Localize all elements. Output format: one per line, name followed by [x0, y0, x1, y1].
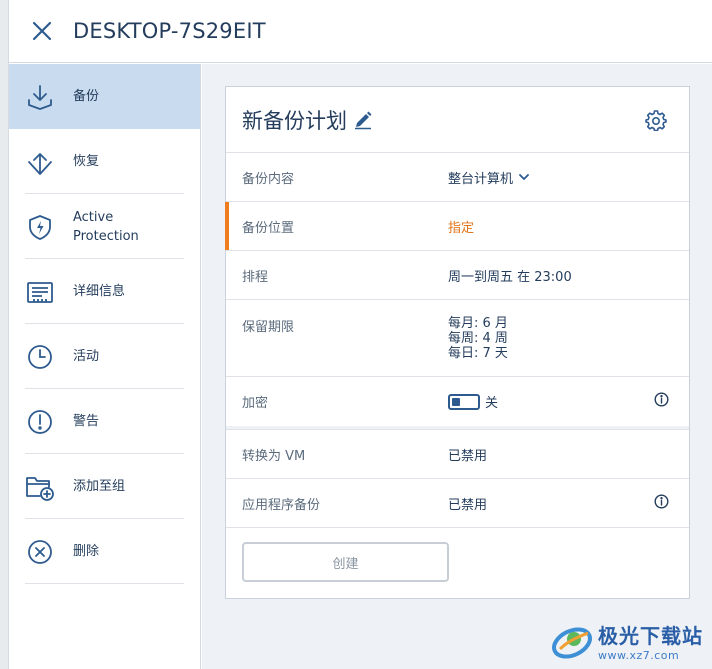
settings-button[interactable]: [645, 109, 667, 135]
app-backup-value[interactable]: 已禁用: [448, 494, 487, 513]
retention-daily: 每日: 7 天: [448, 346, 508, 361]
shield-icon: [25, 212, 55, 242]
window-edge: [0, 0, 9, 669]
sidebar-item-add-to-group[interactable]: 添加至组: [9, 454, 200, 519]
row-encryption: 加密 关: [226, 377, 689, 426]
watermark-logo-icon: [552, 626, 592, 659]
sidebar-item-backup[interactable]: 备份: [9, 64, 200, 129]
info-icon: [654, 493, 669, 509]
row-backup-location: 备份位置 指定: [225, 202, 689, 251]
retention-values[interactable]: 每月: 6 月 每周: 4 周 每日: 7 天: [448, 316, 508, 376]
sidebar-item-label: 添加至组: [73, 478, 126, 494]
row-app-backup[interactable]: 应用程序备份 已禁用: [226, 479, 689, 528]
row-schedule[interactable]: 排程 周一到周五 在 23:00: [226, 251, 689, 300]
retention-weekly: 每周: 4 周: [448, 331, 508, 346]
sidebar-item-label: 警告: [73, 413, 100, 429]
row-label: 加密: [242, 396, 269, 411]
sidebar-item-details[interactable]: 详细信息: [9, 259, 200, 324]
backup-content-dropdown[interactable]: 整台计算机: [448, 168, 529, 187]
app-backup-info-button[interactable]: [654, 493, 669, 513]
sidebar-item-label: 备份: [73, 88, 100, 104]
toggle-state: 关: [485, 396, 499, 411]
page-title: DESKTOP-7S29EIT: [73, 19, 266, 43]
gear-icon: [645, 110, 667, 132]
close-icon: [32, 21, 52, 41]
delete-icon: [25, 537, 55, 567]
encryption-toggle[interactable]: 关: [448, 392, 498, 411]
toggle-switch: [448, 393, 480, 410]
sidebar: 备份 恢复 Active Protection 详细信息 活动 警告 添加至组 …: [9, 64, 201, 669]
main-panel: 新备份计划 备份内容 整台计算机 备份位置 指定 排程 周一到周五 在 23:0…: [202, 64, 712, 669]
backup-plan-card: 新备份计划 备份内容 整台计算机 备份位置 指定 排程 周一到周五 在 23:0…: [225, 86, 690, 599]
sidebar-item-restore[interactable]: 恢复: [9, 129, 200, 194]
row-label: 应用程序备份: [242, 497, 321, 513]
sidebar-item-label: Active Protection: [73, 209, 139, 244]
sidebar-item-label: 恢复: [73, 153, 100, 169]
pencil-icon: [355, 111, 372, 129]
plan-title: 新备份计划: [242, 108, 347, 133]
alert-icon: [25, 407, 55, 437]
row-label: 排程: [242, 269, 269, 285]
plan-header: 新备份计划: [226, 87, 689, 153]
retention-monthly: 每月: 6 月: [448, 316, 508, 331]
sidebar-item-alerts[interactable]: 警告: [9, 389, 200, 454]
convert-vm-value[interactable]: 已禁用: [448, 445, 487, 464]
create-button[interactable]: 创建: [242, 542, 449, 582]
watermark-url: www.xz7.com: [598, 648, 680, 662]
sidebar-item-label: 删除: [73, 543, 100, 559]
sidebar-item-label: 活动: [73, 348, 100, 364]
row-label: 保留期限: [242, 320, 295, 335]
watermark: 极光下载站 www.xz7.com: [550, 612, 712, 669]
row-label: 备份位置: [242, 220, 295, 236]
sidebar-item-delete[interactable]: 删除: [9, 519, 200, 584]
backup-location-link[interactable]: 指定: [448, 217, 474, 236]
backup-icon: [25, 82, 55, 112]
details-icon: [25, 277, 55, 307]
watermark-text: 极光下载站: [598, 623, 703, 648]
row-label: 备份内容: [242, 171, 295, 187]
edit-title-button[interactable]: [353, 110, 373, 130]
clock-icon: [25, 342, 55, 372]
sidebar-item-activity[interactable]: 活动: [9, 324, 200, 389]
header: DESKTOP-7S29EIT: [9, 0, 712, 63]
row-retention[interactable]: 保留期限 每月: 6 月 每周: 4 周 每日: 7 天: [226, 300, 689, 377]
schedule-value[interactable]: 周一到周五 在 23:00: [448, 266, 572, 285]
row-label: 转换为 VM: [242, 448, 306, 464]
encryption-info-button[interactable]: [654, 392, 669, 411]
add-folder-icon: [25, 472, 55, 502]
row-backup-content: 备份内容 整台计算机: [226, 153, 689, 202]
close-button[interactable]: [27, 16, 57, 46]
restore-icon: [25, 147, 55, 177]
chevron-down-icon: [519, 173, 529, 180]
sidebar-item-label: 详细信息: [73, 283, 126, 299]
info-icon: [654, 392, 669, 407]
row-convert-vm[interactable]: 转换为 VM 已禁用: [226, 430, 689, 479]
sidebar-item-active-protection[interactable]: Active Protection: [9, 194, 200, 259]
